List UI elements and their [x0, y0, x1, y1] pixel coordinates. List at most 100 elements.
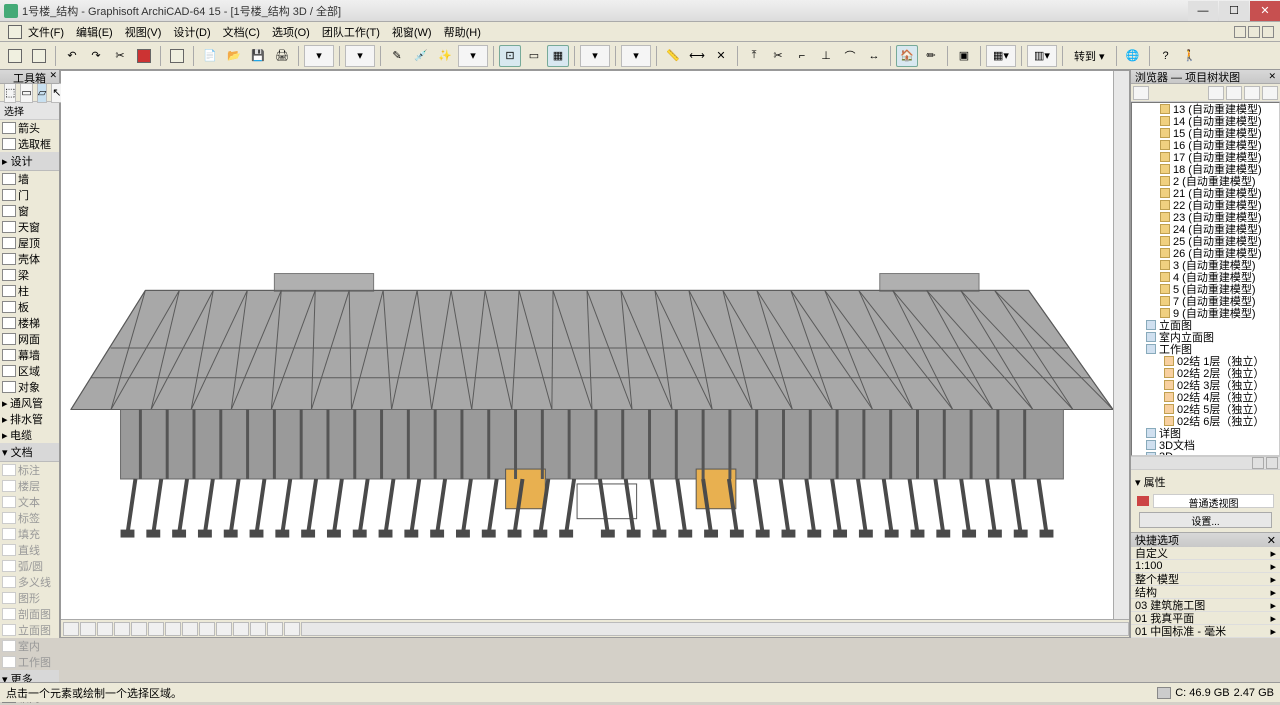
geometry-method-3-icon[interactable]: ▱	[37, 83, 47, 103]
magic-icon[interactable]: ✨	[434, 45, 456, 67]
layout-dropdown[interactable]: ▥▾	[1027, 45, 1057, 67]
vent-tool[interactable]: ▸通风管	[0, 395, 59, 411]
viewbtn-4-icon[interactable]	[114, 622, 130, 636]
viewbtn-7-icon[interactable]	[165, 622, 181, 636]
drawing-tool[interactable]: 图形	[0, 590, 59, 606]
dim-icon[interactable]: ⟷	[686, 45, 708, 67]
grid-dropdown[interactable]: ▾	[580, 45, 610, 67]
door-tool[interactable]: 门	[0, 187, 59, 203]
arc-tool[interactable]: 弧/圆	[0, 558, 59, 574]
help-icon[interactable]: ?	[1155, 45, 1177, 67]
wall-tool[interactable]: 墙	[0, 171, 59, 187]
suspend-icon[interactable]: ⤒	[743, 45, 765, 67]
menu-doc[interactable]: 文档(C)	[217, 22, 266, 42]
adjust-icon[interactable]: ⌐	[791, 45, 813, 67]
navigator-close-icon[interactable]: ✕	[1268, 71, 1276, 82]
elevation-tool[interactable]: 立面图	[0, 622, 59, 638]
shell-tool[interactable]: 壳体	[0, 251, 59, 267]
new-icon[interactable]	[4, 45, 26, 67]
menu-file[interactable]: 文件(F)	[22, 22, 70, 42]
arrow-tool[interactable]: 箭头	[0, 120, 59, 136]
filter-icon[interactable]	[166, 45, 188, 67]
viewbtn-13-icon[interactable]	[267, 622, 283, 636]
cancel-icon[interactable]: ✕	[710, 45, 732, 67]
mdi-restore-icon[interactable]	[1248, 26, 1260, 38]
walk-icon[interactable]: 🚶	[1179, 45, 1201, 67]
menu-view[interactable]: 视图(V)	[119, 22, 168, 42]
zone-tool[interactable]: 区域	[0, 363, 59, 379]
vertical-scrollbar[interactable]	[1113, 71, 1129, 619]
level-tool[interactable]: 楼层	[0, 478, 59, 494]
curtain-tool[interactable]: 幕墙	[0, 347, 59, 363]
window-tool[interactable]: 窗	[0, 203, 59, 219]
snap-point-icon[interactable]: ⊡	[499, 45, 521, 67]
viewbtn-12-icon[interactable]	[250, 622, 266, 636]
viewbtn-2-icon[interactable]	[80, 622, 96, 636]
viewbtn-1-icon[interactable]	[63, 622, 79, 636]
snap-edge-icon[interactable]: ▭	[523, 45, 545, 67]
marquee-tool[interactable]: 选取框	[0, 136, 59, 152]
properties-header[interactable]: ▾ 属性	[1133, 472, 1278, 492]
render-dropdown[interactable]: ▦▾	[986, 45, 1016, 67]
save-icon[interactable]: 💾	[247, 45, 269, 67]
fit-icon[interactable]: ▣	[953, 45, 975, 67]
line-tool[interactable]: 直线	[0, 542, 59, 558]
mesh-tool[interactable]: 网面	[0, 331, 59, 347]
tree-group-threedoc[interactable]: 3D文档	[1132, 439, 1279, 451]
nav-new-icon[interactable]	[1208, 86, 1224, 100]
geometry-method-1-icon[interactable]: ⬚	[4, 83, 16, 103]
3d-viewport[interactable]	[61, 71, 1113, 619]
poly-tool[interactable]: 多义线	[0, 574, 59, 590]
worksheet-tool[interactable]: 工作图	[0, 654, 59, 670]
nav-sep-btn2-icon[interactable]	[1266, 457, 1278, 469]
column-tool[interactable]: 柱	[0, 283, 59, 299]
viewbtn-8-icon[interactable]	[182, 622, 198, 636]
minimize-button[interactable]: —	[1188, 1, 1218, 21]
intersect-icon[interactable]: ⊥	[815, 45, 837, 67]
drain-tool[interactable]: ▸排水管	[0, 411, 59, 427]
globe-icon[interactable]: 🌐	[1122, 45, 1144, 67]
skylight-tool[interactable]: 天窗	[0, 219, 59, 235]
menu-options[interactable]: 选项(O)	[266, 22, 316, 42]
wand-dropdown[interactable]: ▾	[458, 45, 488, 67]
nav-sep-btn1-icon[interactable]	[1252, 457, 1264, 469]
menu-window[interactable]: 视窗(W)	[386, 22, 438, 42]
qo-close-icon[interactable]: ✕	[1267, 534, 1276, 547]
text-tool[interactable]: 文本	[0, 494, 59, 510]
settings-button[interactable]: 设置...	[1139, 512, 1272, 528]
fill-tool[interactable]: 填充	[0, 526, 59, 542]
menu-team[interactable]: 团队工作(T)	[316, 22, 386, 42]
mdi-close-icon[interactable]	[1262, 26, 1274, 38]
snap-surface-icon[interactable]: ▦	[547, 45, 569, 67]
viewbtn-11-icon[interactable]	[233, 622, 249, 636]
section-tool[interactable]: 剖面图	[0, 606, 59, 622]
marker-icon[interactable]: ✏	[920, 45, 942, 67]
magnet-icon[interactable]	[133, 45, 155, 67]
horizontal-scrollbar[interactable]	[301, 622, 1129, 636]
object-tool[interactable]: 对象	[0, 379, 59, 395]
design-section-header[interactable]: ▸ 设计	[0, 152, 59, 171]
toolbox-close-icon[interactable]: ✕	[49, 70, 57, 81]
doc-section-header[interactable]: ▾ 文档	[0, 443, 59, 462]
undo-icon[interactable]: ↶	[61, 45, 83, 67]
tree-ws-5[interactable]: 02结 6层（独立）	[1132, 415, 1279, 427]
roof-tool[interactable]: 屋顶	[0, 235, 59, 251]
layer-dropdown[interactable]: ▾	[304, 45, 334, 67]
interior-tool[interactable]: 室内	[0, 638, 59, 654]
open-file-icon[interactable]: 📂	[223, 45, 245, 67]
nav-del-icon[interactable]	[1244, 86, 1260, 100]
viewbtn-5-icon[interactable]	[131, 622, 147, 636]
viewbtn-14-icon[interactable]	[284, 622, 300, 636]
menu-help[interactable]: 帮助(H)	[438, 22, 487, 42]
label-tool[interactable]: 标签	[0, 510, 59, 526]
tree-group-interior[interactable]: 室内立面图	[1132, 331, 1279, 343]
navigator-tree[interactable]: 13 (自动重建模型)14 (自动重建模型)15 (自动重建模型)16 (自动重…	[1131, 102, 1280, 456]
goto-button[interactable]: 转到 ▾	[1068, 48, 1111, 64]
new-file-icon[interactable]: 📄	[199, 45, 221, 67]
redo-icon[interactable]: ↷	[85, 45, 107, 67]
fillet-icon[interactable]: ⌒	[839, 45, 861, 67]
close-button[interactable]: ✕	[1250, 1, 1280, 21]
show3d-icon[interactable]: 🏠	[896, 45, 918, 67]
menu-design[interactable]: 设计(D)	[167, 22, 216, 42]
cut-icon[interactable]: ✂	[109, 45, 131, 67]
